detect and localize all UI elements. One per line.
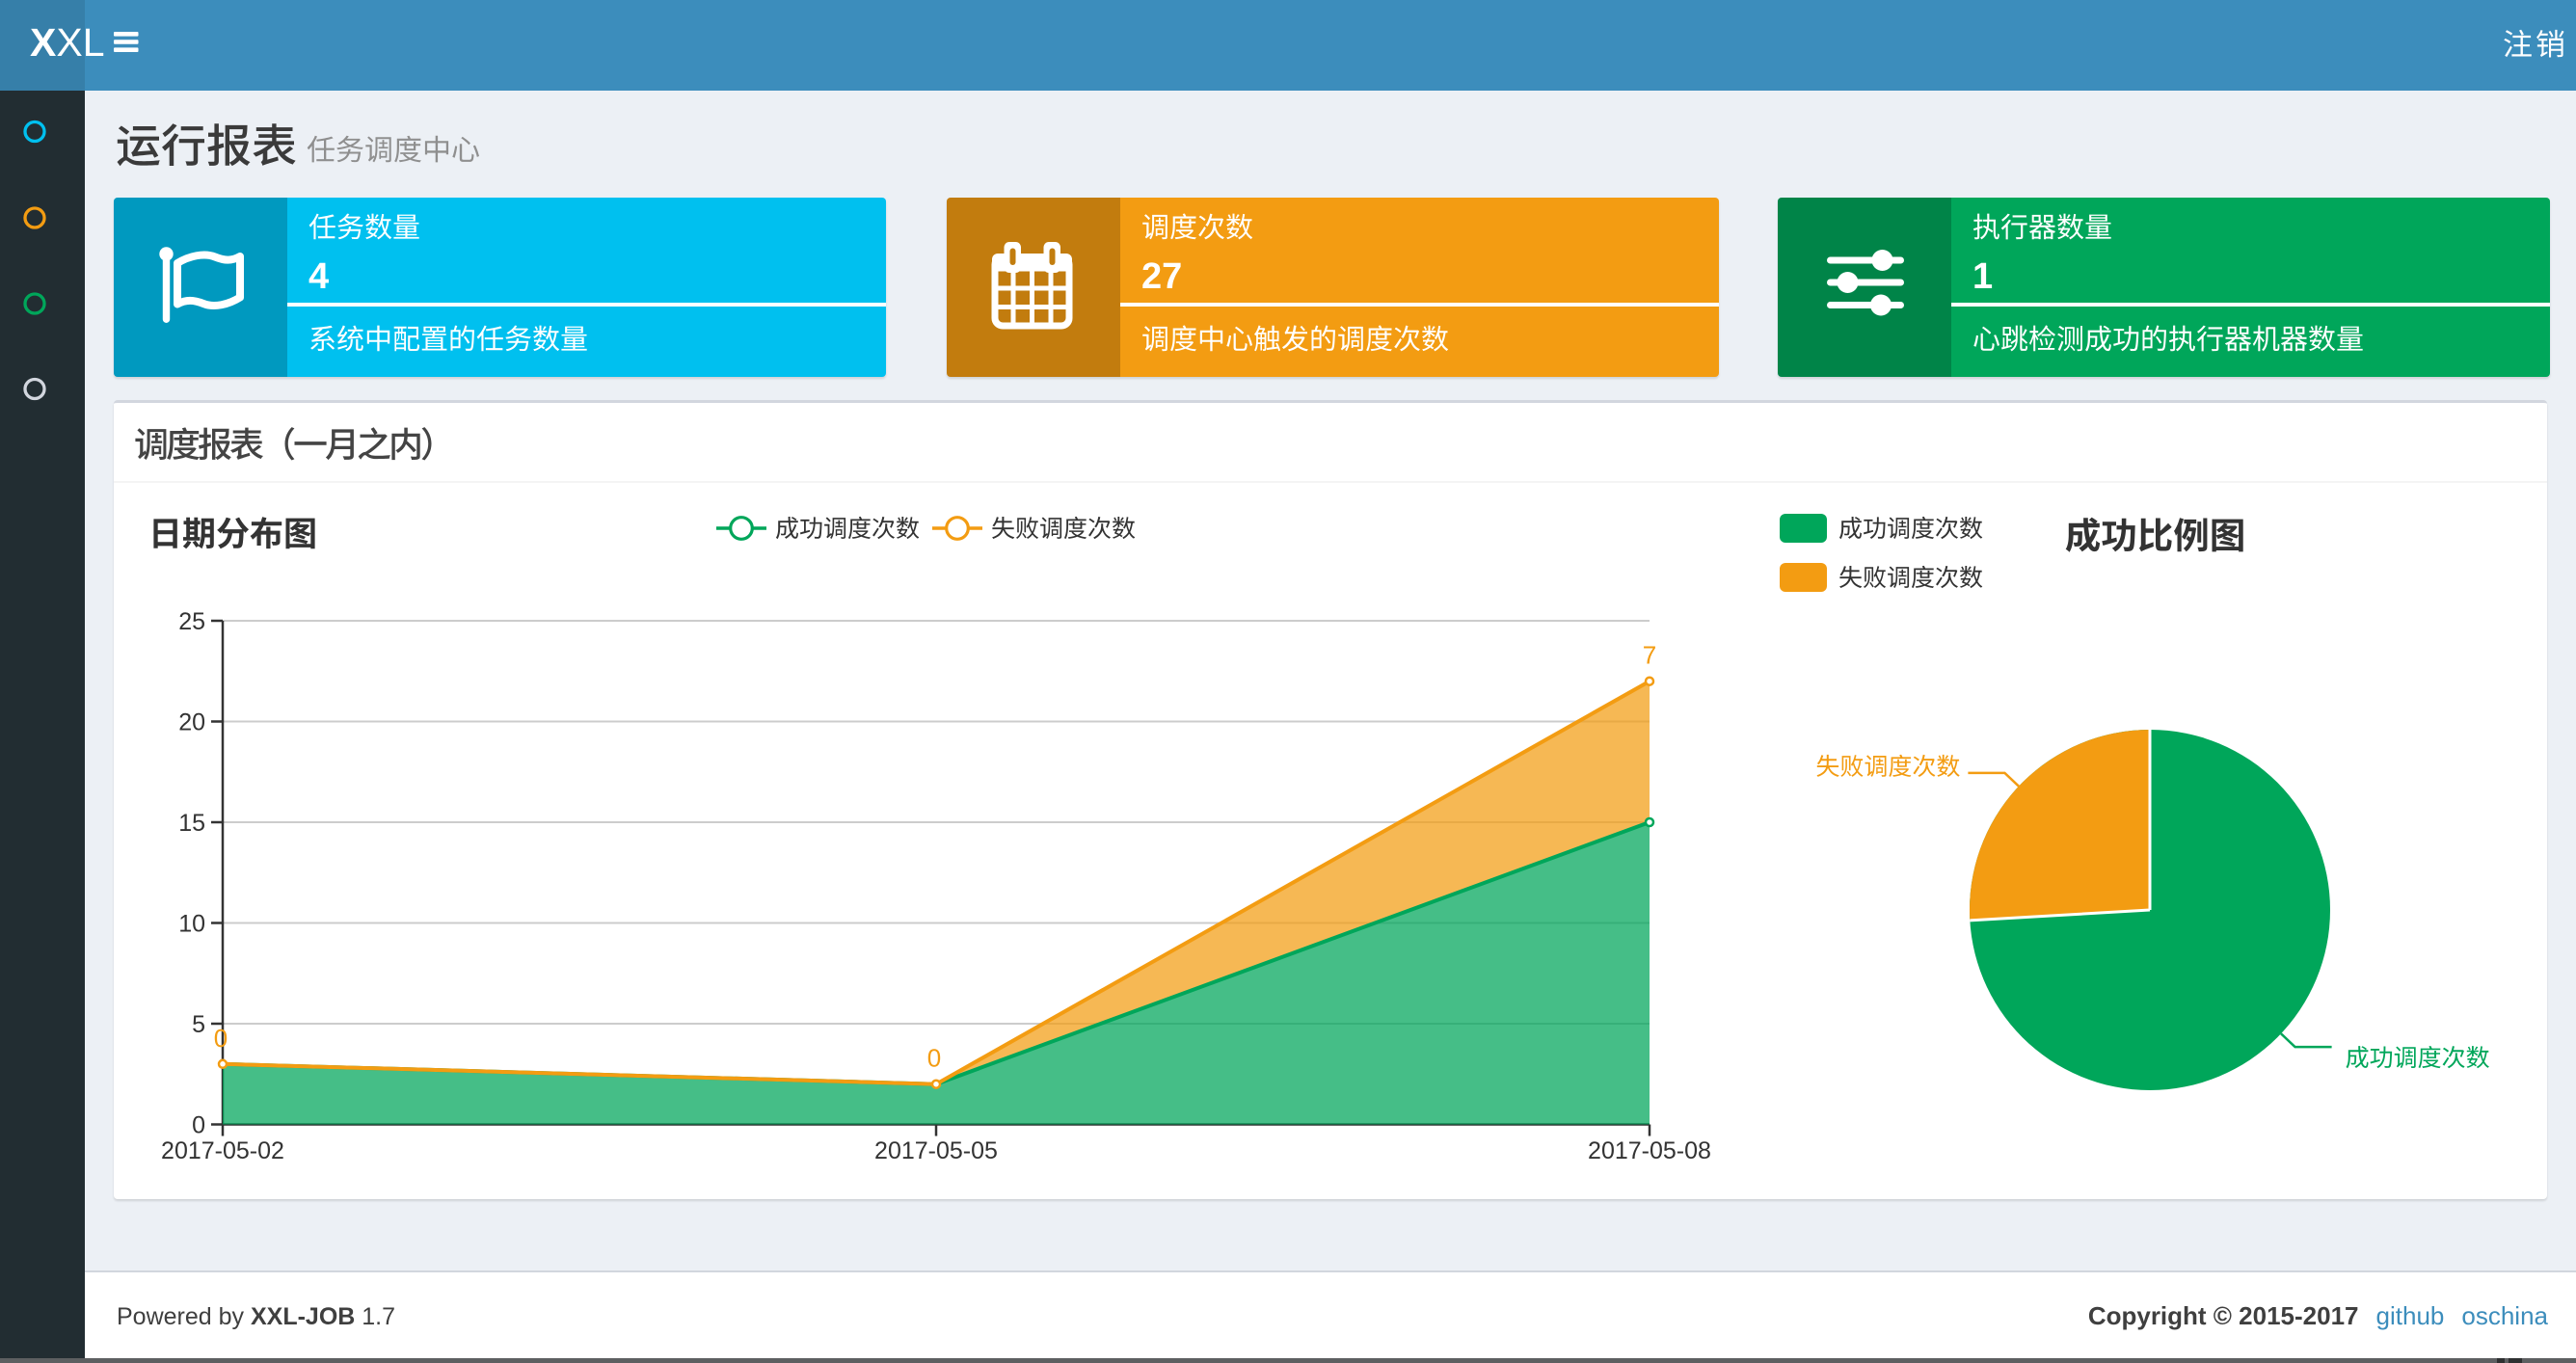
svg-text:2017-05-05: 2017-05-05 <box>874 1137 998 1164</box>
svg-text:5: 5 <box>192 1011 205 1038</box>
svg-text:4: 4 <box>309 256 329 297</box>
svg-text:20: 20 <box>178 709 205 736</box>
svg-text:0: 0 <box>192 1112 205 1139</box>
svg-text:0: 0 <box>214 1024 228 1053</box>
svg-text:15: 15 <box>178 810 205 837</box>
svg-text:7: 7 <box>1643 641 1656 670</box>
svg-text:2017-05-08: 2017-05-08 <box>1588 1137 1711 1164</box>
svg-text:Copyright © 2015-2017githubosc: Copyright © 2015-2017 github oschina <box>2088 1301 2549 1330</box>
svg-text:Powered by XXL-JOB 1.7: Powered by XXL-JOB 1.7 <box>117 1303 395 1330</box>
svg-text:1: 1 <box>1972 256 1993 297</box>
svg-text:10: 10 <box>178 911 205 938</box>
svg-text:XXL: XXL <box>30 20 105 65</box>
svg-text:25: 25 <box>178 608 205 635</box>
svg-text:2017-05-02: 2017-05-02 <box>161 1137 284 1164</box>
svg-text:27: 27 <box>1141 256 1182 297</box>
svg-text:0: 0 <box>927 1044 941 1073</box>
